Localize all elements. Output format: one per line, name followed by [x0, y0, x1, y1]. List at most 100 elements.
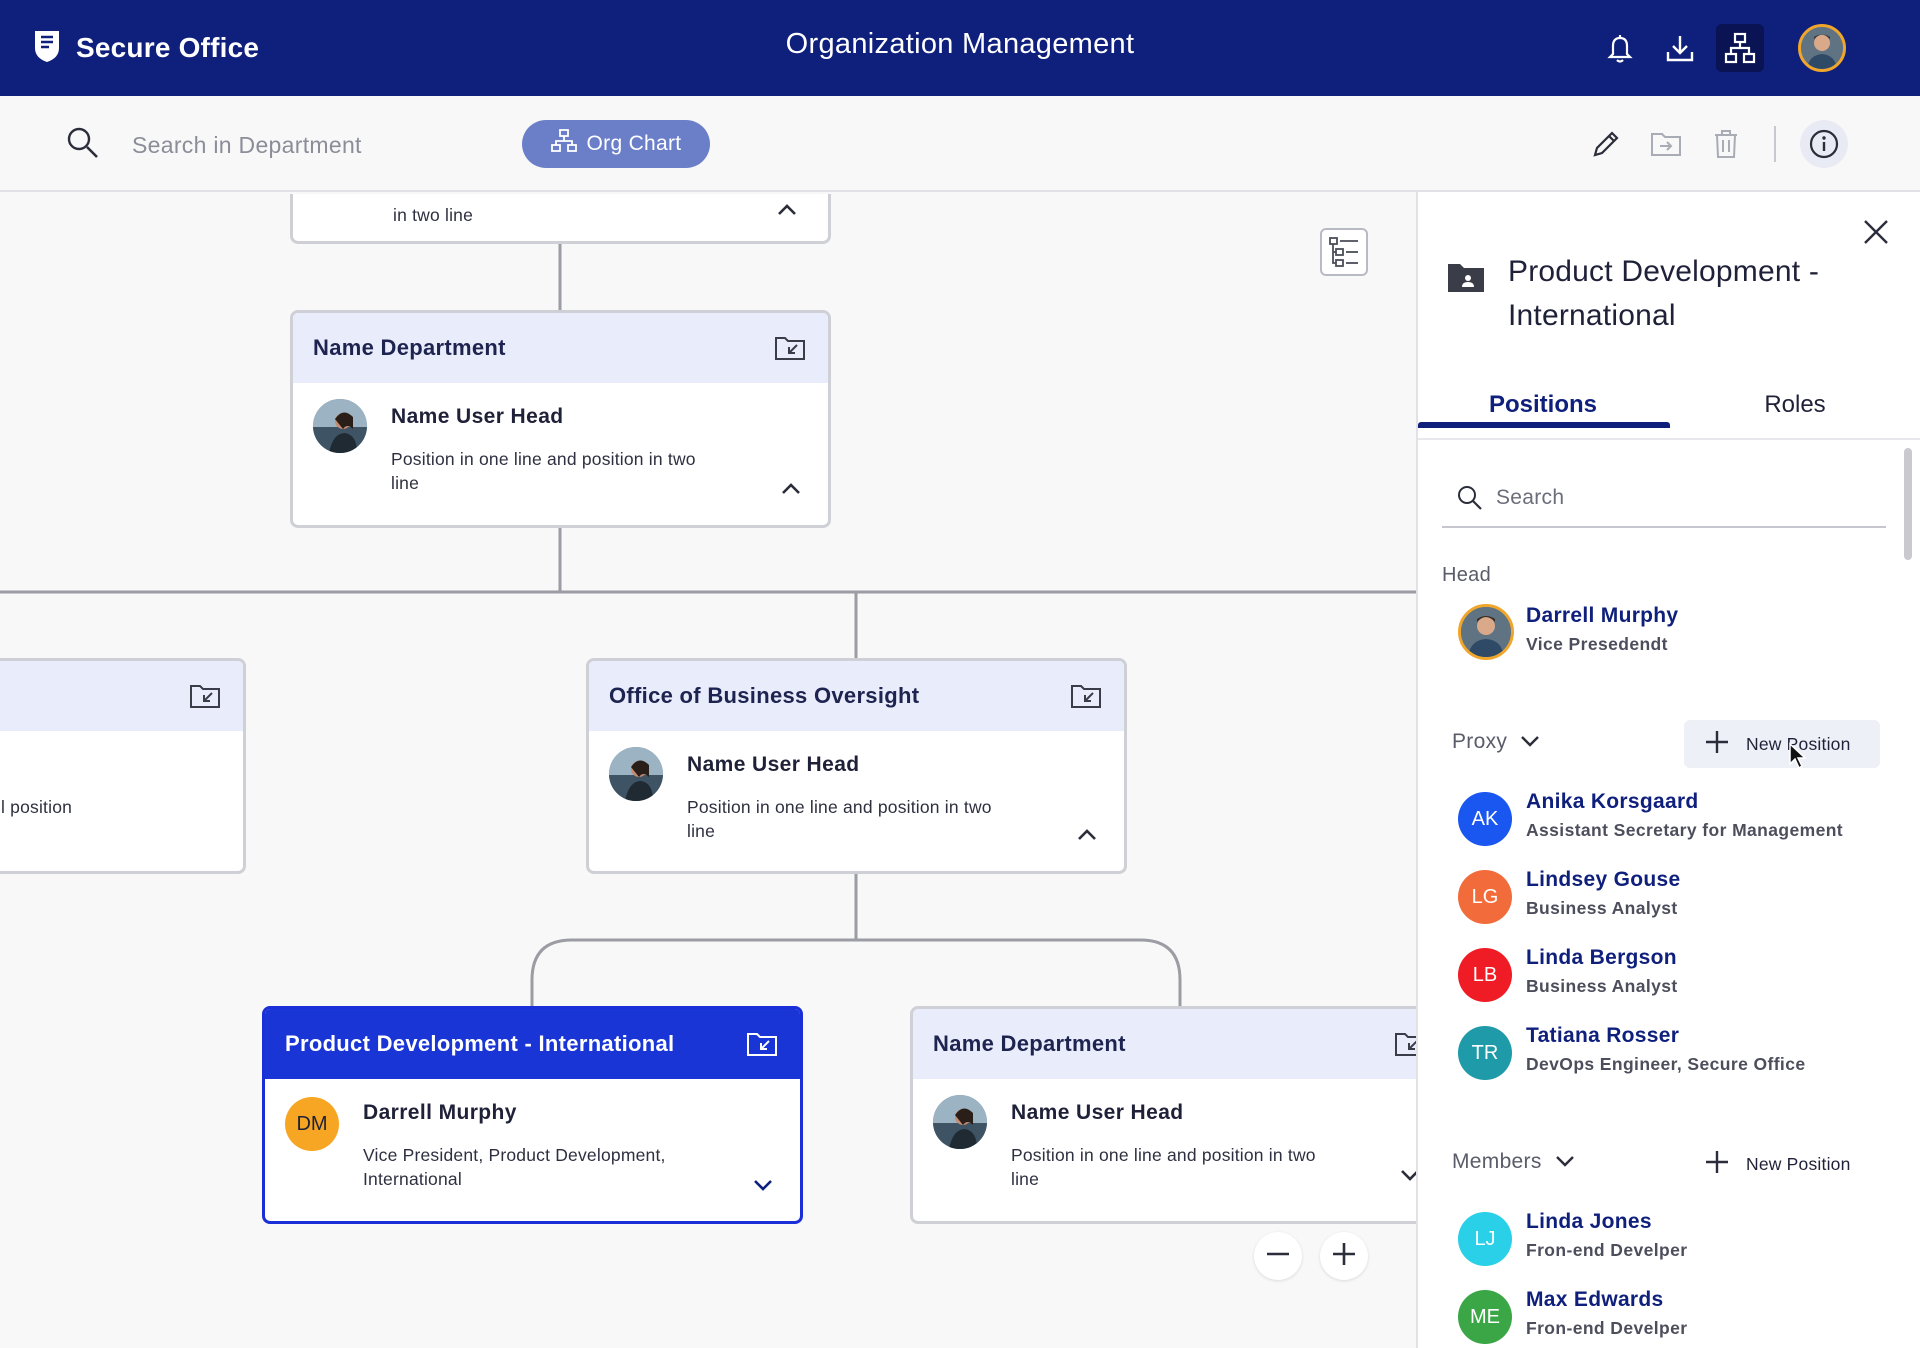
head-name: Darrell Murphy [363, 1101, 517, 1124]
node-title: Office of Business Oversight [609, 683, 920, 708]
org-chart-canvas[interactable]: in two line Name Department Name User He… [0, 194, 1416, 1348]
user-avatar[interactable] [1798, 24, 1846, 72]
proxy-name: Anika Korsgaard [1526, 790, 1699, 813]
proxy-person[interactable]: LG Lindsey Gouse Business Analyst [1458, 866, 1888, 926]
info-icon[interactable] [1800, 120, 1848, 168]
trash-icon[interactable] [1702, 120, 1750, 168]
active-tab-indicator [1418, 422, 1670, 428]
proxy-avatar: LB [1458, 948, 1512, 1002]
members-new-position-button[interactable]: New Position [1684, 1140, 1880, 1188]
proxy-name: Linda Bergson [1526, 946, 1677, 969]
org-structure-icon[interactable] [1716, 24, 1764, 72]
head-position: Position in one line and position in two… [391, 449, 696, 493]
chevron-down-icon[interactable] [1399, 1168, 1416, 1187]
new-position-label: New Position [1746, 1153, 1851, 1174]
head-name: Name User Head [391, 405, 564, 428]
org-chart-button[interactable]: Org Chart [522, 120, 710, 168]
zoom-in-button[interactable] [1320, 1232, 1368, 1280]
collapse-folder-icon[interactable] [189, 683, 221, 715]
head-name: Darrell Murphy [1526, 604, 1679, 627]
chevron-down-icon [1519, 730, 1541, 754]
zoom-out-button[interactable] [1254, 1232, 1302, 1280]
app-header: Secure Office Organization Management [0, 0, 1920, 96]
head-person[interactable]: Darrell Murphy Vice Presedendt [1458, 602, 1888, 662]
position-search-input[interactable]: Search [1442, 472, 1886, 528]
head-name: Name User Head [687, 753, 860, 776]
chevron-down-icon [1554, 1150, 1576, 1174]
tab-roles[interactable]: Roles [1670, 388, 1920, 438]
collapse-folder-icon[interactable] [1394, 1031, 1416, 1063]
proxy-label: Proxy [1452, 730, 1508, 753]
search-icon [1456, 484, 1484, 517]
close-icon[interactable] [1856, 212, 1896, 252]
org-chart-icon [550, 129, 577, 159]
member-person[interactable]: LJ Linda Jones Fron-end Develper [1458, 1208, 1888, 1268]
head-title: Vice Presedendt [1526, 634, 1668, 654]
org-node-product-development[interactable]: Product Development - International DM D… [262, 1006, 803, 1224]
proxy-avatar: LG [1458, 870, 1512, 924]
panel-scrollbar[interactable] [1902, 436, 1914, 1348]
mouse-cursor-icon [1788, 742, 1808, 775]
proxy-avatar: AK [1458, 792, 1512, 846]
org-node-top-partial[interactable]: in two line [290, 194, 831, 244]
member-person[interactable]: ME Max Edwards Fron-end Develper [1458, 1286, 1888, 1346]
members-section-toggle[interactable]: Members [1452, 1150, 1576, 1174]
minus-icon [1265, 1241, 1291, 1272]
plus-icon [1704, 1149, 1730, 1180]
members-label: Members [1452, 1150, 1542, 1173]
org-node-name-department-2[interactable]: Name Department Name User Head Position … [910, 1006, 1416, 1224]
node-header: Product Development - International [265, 1009, 800, 1079]
chevron-up-icon[interactable] [776, 203, 798, 222]
chevron-down-icon[interactable] [752, 1178, 774, 1197]
proxy-avatar: TR [1458, 1026, 1512, 1080]
head-avatar [609, 747, 663, 801]
scrollbar-thumb[interactable] [1904, 448, 1912, 560]
chevron-up-icon[interactable] [1076, 828, 1098, 847]
tab-positions[interactable]: Positions [1418, 388, 1668, 438]
head-section-label: Head [1442, 564, 1492, 586]
org-chart-label: Org Chart [586, 132, 682, 155]
proxy-title: DevOps Engineer, Secure Office [1526, 1054, 1806, 1074]
edit-icon[interactable] [1582, 120, 1630, 168]
move-folder-icon[interactable] [1642, 120, 1690, 168]
proxy-title: Business Analyst [1526, 976, 1678, 996]
proxy-person[interactable]: TR Tatiana Rosser DevOps Engineer, Secur… [1458, 1022, 1888, 1082]
member-title: Fron-end Develper [1526, 1318, 1688, 1338]
list-view-icon[interactable] [1320, 228, 1368, 276]
proxy-new-position-button[interactable]: New Position [1684, 720, 1880, 768]
collapse-folder-icon[interactable] [1070, 683, 1102, 715]
toolbar: Search in Department Org Chart [0, 96, 1920, 192]
proxy-name: Tatiana Rosser [1526, 1024, 1680, 1047]
member-name: Max Edwards [1526, 1288, 1664, 1311]
search-icon[interactable] [66, 126, 100, 165]
head-position: Position in one line and position in two… [1011, 1145, 1316, 1189]
node-title: Product Development - International [285, 1031, 675, 1056]
bell-icon[interactable] [1596, 24, 1644, 72]
node-header: Office of Business Oversight [589, 661, 1124, 731]
node-header [0, 661, 243, 731]
details-panel: Product Development - International Posi… [1416, 192, 1920, 1348]
search-placeholder: Search [1496, 486, 1565, 509]
org-node-office-business-oversight[interactable]: Office of Business Oversight Name User H… [586, 658, 1127, 874]
download-icon[interactable] [1656, 24, 1704, 72]
collapse-folder-icon[interactable] [774, 335, 806, 367]
node-title: Name Department [313, 335, 506, 360]
org-node-name-department[interactable]: Name Department Name User Head Position … [290, 310, 831, 528]
node-position-text: in two line [393, 205, 474, 225]
org-node-left-partial[interactable]: l position [0, 658, 246, 874]
collapse-folder-icon[interactable] [746, 1031, 778, 1063]
head-name: Name User Head [1011, 1101, 1184, 1124]
head-avatar [933, 1095, 987, 1149]
proxy-section-toggle[interactable]: Proxy [1452, 730, 1541, 754]
node-header: Name Department [913, 1009, 1416, 1079]
department-search-input[interactable]: Search in Department [132, 132, 362, 159]
chevron-up-icon[interactable] [780, 482, 802, 501]
member-name: Linda Jones [1526, 1210, 1652, 1233]
toolbar-divider [1774, 126, 1776, 162]
panel-tabs: Positions Roles [1418, 388, 1920, 440]
head-position: Vice President, Product Development, Int… [363, 1145, 666, 1189]
member-avatar: LJ [1458, 1212, 1512, 1266]
head-photo [1458, 604, 1514, 660]
proxy-person[interactable]: LB Linda Bergson Business Analyst [1458, 944, 1888, 1004]
proxy-person[interactable]: AK Anika Korsgaard Assistant Secretary f… [1458, 788, 1888, 848]
